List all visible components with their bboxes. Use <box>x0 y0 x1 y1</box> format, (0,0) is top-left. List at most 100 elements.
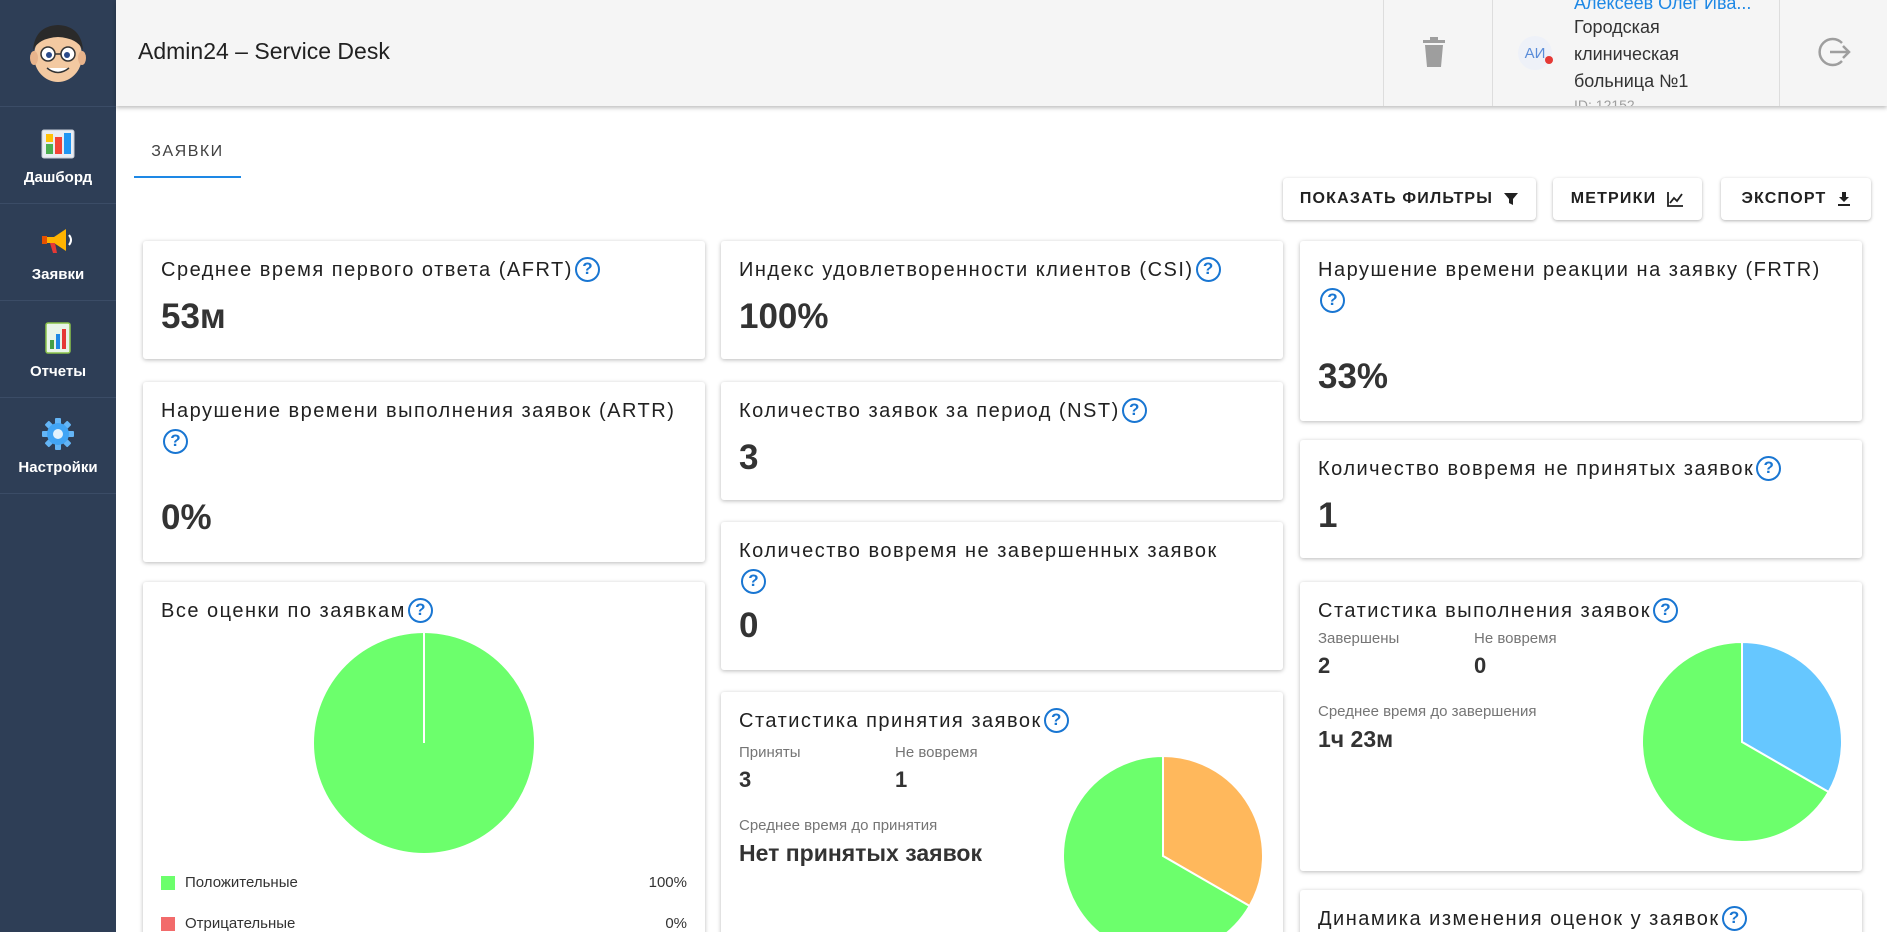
report-icon <box>39 319 77 357</box>
metric-value: 100% <box>739 297 829 336</box>
header-divider <box>1779 0 1780 106</box>
ratings-pie-chart <box>312 631 536 855</box>
card-title: Количество вовремя не принятых заявок? <box>1318 454 1848 485</box>
card-title: Количество заявок за период (NST)? <box>739 396 1269 427</box>
card-nst: Количество заявок за период (NST)? 3 <box>721 382 1283 500</box>
done-value: 2 <box>1318 653 1331 678</box>
accepted-value: 3 <box>739 767 752 792</box>
card-title: Количество вовремя не завершенных заявок… <box>739 536 1269 598</box>
header-divider <box>1383 0 1384 106</box>
help-icon[interactable]: ? <box>407 598 433 623</box>
card-title: Среднее время первого ответа (AFRT)? <box>161 255 691 286</box>
late-label: Не вовремя <box>1474 630 1557 647</box>
tab-tickets[interactable]: ЗАЯВКИ <box>134 128 241 178</box>
metric-value: 53м <box>161 297 226 336</box>
gear-icon <box>39 415 77 453</box>
card-dynamics: Динамика изменения оценок у заявок? <box>1300 890 1862 932</box>
legend-swatch <box>161 917 175 931</box>
logout-button[interactable] <box>1814 32 1854 72</box>
sidebar-item-settings[interactable]: Настройки <box>0 397 116 494</box>
metric-value: 33% <box>1318 357 1389 396</box>
metric-value: 1 <box>1318 496 1338 535</box>
accepted-label: Приняты <box>739 744 801 761</box>
app-title: Admin24 – Service Desk <box>138 38 390 64</box>
status-dot <box>1545 56 1553 64</box>
sidebar-item-tickets[interactable]: Заявки <box>0 203 116 300</box>
user-info: Алексеев Олег Ива... Городская клиническ… <box>1574 0 1764 106</box>
card-afrt: Среднее время первого ответа (AFRT)? 53м <box>143 241 705 359</box>
metric-value: 0% <box>161 498 212 537</box>
export-label: ЭКСПОРТ <box>1741 190 1827 207</box>
avatar-initials: АИ <box>1524 44 1546 62</box>
done-pie-chart <box>1641 640 1843 843</box>
logo[interactable] <box>0 0 116 106</box>
avg-accept-value: Нет принятых заявок <box>739 840 982 866</box>
top-header: Admin24 – Service Desk АИ Алексеев Олег … <box>116 0 1887 106</box>
sidebar-item-label: Дашборд <box>23 168 93 186</box>
megaphone-icon <box>39 222 77 260</box>
help-icon[interactable]: ? <box>1320 288 1345 313</box>
card-title: Нарушение времени реакции на заявку (FRT… <box>1318 255 1848 317</box>
card-done-stats: Статистика выполнения заявок? Завершены … <box>1300 582 1862 871</box>
help-icon[interactable]: ? <box>741 569 766 594</box>
metrics-button[interactable]: МЕТРИКИ <box>1553 178 1702 220</box>
help-icon[interactable]: ? <box>1756 456 1782 481</box>
legend-swatch <box>161 876 175 890</box>
sidebar-item-label: Отчеты <box>29 362 87 380</box>
logout-icon <box>1818 37 1851 67</box>
card-title: Нарушение времени выполнения заявок (ART… <box>161 396 691 458</box>
metrics-label: МЕТРИКИ <box>1570 190 1657 207</box>
download-icon <box>1837 192 1850 206</box>
card-title: Динамика изменения оценок у заявок? <box>1318 904 1848 932</box>
avg-done-label: Среднее время до завершения <box>1318 703 1537 720</box>
card-title: Статистика принятия заявок? <box>739 706 1269 737</box>
avg-done-value: 1ч 23м <box>1318 726 1394 752</box>
card-frtr: Нарушение времени реакции на заявку (FRT… <box>1300 241 1862 421</box>
sidebar-item-reports[interactable]: Отчеты <box>0 300 116 397</box>
help-icon[interactable]: ? <box>1721 906 1747 931</box>
help-icon[interactable]: ? <box>574 257 600 282</box>
card-ratings: Все оценки по заявкам? Положительные 100… <box>143 582 705 932</box>
dashboard-icon <box>39 125 77 163</box>
export-button[interactable]: ЭКСПОРТ <box>1721 178 1871 220</box>
card-late-done: Количество вовремя не завершенных заявок… <box>721 522 1283 670</box>
sidebar-item-label: Настройки <box>18 459 98 476</box>
help-icon[interactable]: ? <box>1043 708 1069 733</box>
card-title: Все оценки по заявкам? <box>161 596 691 627</box>
late-label: Не вовремя <box>895 744 978 761</box>
card-artr: Нарушение времени выполнения заявок (ART… <box>143 382 705 562</box>
card-csi: Индекс удовлетворенности клиентов (CSI)?… <box>721 241 1283 359</box>
trash-button[interactable] <box>1416 34 1452 70</box>
help-icon[interactable]: ? <box>1195 257 1221 282</box>
legend-item: Положительные 100% <box>161 873 687 893</box>
legend-percent: 100% <box>648 874 687 891</box>
filter-icon <box>1504 193 1519 205</box>
done-label: Завершены <box>1318 630 1400 647</box>
avatar[interactable]: АИ <box>1518 36 1553 70</box>
trash-icon <box>1423 37 1445 67</box>
header-divider <box>1492 0 1493 106</box>
avg-accept-label: Среднее время до принятия <box>739 817 938 834</box>
legend-label: Положительные <box>185 874 298 891</box>
line-chart-icon <box>1667 192 1684 207</box>
card-title: Индекс удовлетворенности клиентов (CSI)? <box>739 255 1269 286</box>
sidebar-item-dashboard[interactable]: Дашборд <box>0 106 116 203</box>
metric-value: 3 <box>739 438 759 477</box>
metric-value: 0 <box>739 606 759 645</box>
help-icon[interactable]: ? <box>1652 598 1678 623</box>
help-icon[interactable]: ? <box>1121 398 1147 423</box>
user-id: ID: 12152 <box>1574 97 1635 106</box>
avatar-face-icon <box>30 25 86 82</box>
user-organization: Городская клиническая больница №1 <box>1574 17 1689 91</box>
sidebar-item-label: Заявки <box>31 265 85 283</box>
card-late-accept: Количество вовремя не принятых заявок? 1 <box>1300 440 1862 558</box>
help-icon[interactable]: ? <box>163 429 188 454</box>
legend-item: Отрицательные 0% <box>161 914 687 932</box>
show-filters-button[interactable]: ПОКАЗАТЬ ФИЛЬТРЫ <box>1283 178 1536 220</box>
accept-pie-chart <box>1062 754 1264 932</box>
legend-percent: 0% <box>665 915 687 932</box>
user-name-link[interactable]: Алексеев Олег Ива... <box>1574 0 1760 14</box>
late-value: 1 <box>895 767 908 792</box>
sidebar: Дашборд Заявки Отчеты Настройки <box>0 0 116 932</box>
legend-label: Отрицательные <box>185 915 296 932</box>
